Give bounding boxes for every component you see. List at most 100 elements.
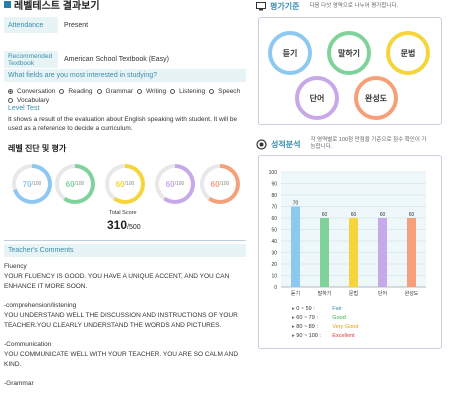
option-label: Vocabulary [17, 97, 50, 104]
option-writing[interactable]: Writing [136, 88, 166, 95]
option-grammar[interactable]: Grammar [96, 88, 133, 95]
comment-text: YOU UNDERSTAND WELL THE DISCUSSION AND I… [4, 312, 238, 329]
total-score-den: /500 [127, 224, 141, 231]
radio-icon[interactable] [209, 89, 215, 94]
legend-item: ▸ 0 ~ 59 : Fair [292, 305, 358, 314]
option-label: Grammar [105, 88, 133, 95]
radio-icon[interactable] [59, 89, 65, 94]
y-tick-label: 30 [271, 251, 277, 257]
bar [291, 206, 300, 287]
score-den: /100 [74, 181, 85, 187]
option-speech[interactable]: Speech [209, 88, 240, 95]
legend-item: ▸ 60 ~ 79 : Good [292, 314, 358, 323]
analysis-header: 성적분석 각 영역별로 100점 만점을 기준으로 점수 확인이 가능합니다. [256, 137, 430, 151]
comment-item: -comprehension/listening YOU UNDERSTAND W… [4, 301, 248, 331]
score-ring-inner: 60/100 [204, 168, 236, 200]
score-ring: 70/100 [12, 164, 52, 204]
legend-range: 0 ~ 59 : [296, 306, 315, 312]
legend-label: Good [332, 315, 346, 321]
radio-icon[interactable] [170, 89, 176, 94]
data-label: 70 [293, 201, 299, 207]
radio-icon[interactable] [136, 89, 142, 94]
analysis-note: 각 영역별로 100점 만점을 기준으로 점수 확인이 가능합니다. [310, 137, 427, 150]
score-ring-inner: 60/100 [59, 168, 91, 200]
x-tick-label: 말하기 [318, 290, 332, 297]
criteria-circle: 듣기 [268, 31, 312, 75]
criteria-note: 다음 다섯 영역으로 나누어 평가합니다. [309, 3, 399, 9]
x-tick-label: 완성도 [405, 290, 419, 297]
comment-item: Fluency YOUR FLUENCY IS GOOD. YOU HAVE A … [4, 262, 248, 292]
legend-range: 60 ~ 79 : [296, 315, 318, 321]
bar [407, 218, 416, 287]
score-ring-inner: 60/100 [159, 168, 191, 200]
target-icon [256, 138, 267, 150]
data-label: 60 [380, 212, 386, 218]
y-tick-label: 90 [271, 182, 277, 188]
y-tick-label: 20 [271, 262, 277, 268]
y-tick-label: 100 [269, 170, 278, 176]
comment-heading: -Communication [4, 341, 52, 348]
score-ring: 60/100 [155, 164, 195, 204]
attendance-row: Attendance Present [4, 17, 246, 33]
score-value: 60 [65, 179, 75, 189]
level-test-desc: It shows a result of the evaluation abou… [8, 116, 238, 132]
grade-legend: ▸ 0 ~ 59 : Fair ▸ 60 ~ 79 : Good ▸ 80 ~ 89 :… [292, 305, 358, 341]
comment-heading: Fluency [4, 263, 27, 270]
bar [378, 218, 387, 287]
option-label: Speech [218, 88, 241, 95]
radio-icon[interactable] [8, 98, 13, 103]
score-ring-inner: 70/100 [16, 168, 48, 200]
comment-heading: -Grammar [4, 380, 34, 387]
interest-question: What fields are you most interested in s… [4, 69, 246, 82]
criteria-circle: 완성도 [354, 76, 398, 120]
score-den: /100 [219, 181, 230, 187]
textbook-row: Recommended Textbook American School Tex… [4, 51, 246, 68]
attendance-value: Present [64, 21, 89, 29]
radio-icon[interactable] [96, 89, 102, 94]
option-listening[interactable]: Listening [170, 88, 205, 95]
y-tick-label: 10 [271, 274, 277, 280]
bar [320, 218, 329, 287]
option-conversation[interactable]: Conversation [8, 88, 55, 95]
data-label: 60 [322, 212, 328, 218]
data-label: 60 [409, 212, 415, 218]
score-ring: 60/100 [55, 164, 95, 204]
option-vocabulary[interactable]: Vocabulary [8, 97, 49, 104]
score-bar-chart: 0 10 20 30 40 50 60 70 80 90 100 70 듣기 60 말하기 60 문법 60 단어 6… [269, 170, 426, 297]
analysis-panel: 평가기준 다음 다섯 영역으로 나누어 평가합니다. 듣기 말하기 문법 단어 완성도 … [256, 0, 442, 417]
y-tick-label: 70 [271, 205, 277, 211]
textbook-value: American School Textbook (Easy) [64, 56, 169, 63]
level-diag-title: 레벨 진단 및 평가 [8, 144, 67, 153]
criteria-circle: 단어 [295, 76, 339, 120]
bar [349, 218, 358, 287]
legend-range: 90 ~ 100 : [296, 333, 321, 339]
page-title: 레벨테스트 결과보기 [4, 0, 100, 12]
legend-label: Excellent [332, 333, 355, 339]
level-test-label: Level Test [8, 105, 40, 112]
legend-range: 80 ~ 89 : [296, 324, 318, 330]
legend-label: Fair [332, 306, 342, 312]
x-tick-label: 단어 [378, 290, 387, 297]
legend-item: ▸ 90 ~ 100 : Excellent [292, 332, 358, 341]
score-ring: 60/100 [200, 164, 240, 204]
score-value: 70 [22, 179, 32, 189]
y-tick-label: 0 [274, 285, 277, 291]
option-label: Listening [179, 88, 206, 95]
comments-list: Fluency YOUR FLUENCY IS GOOD. YOU HAVE A … [4, 262, 248, 398]
y-tick-label: 60 [271, 216, 277, 222]
result-panel: 레벨테스트 결과보기 Attendance Present Recommende… [4, 0, 246, 417]
analysis-title: 성적분석 [271, 139, 301, 149]
total-score: 310/500 [107, 218, 141, 232]
option-reading[interactable]: Reading [59, 88, 93, 95]
score-den: /100 [174, 181, 185, 187]
comment-item: -Communication YOU COMMUNICATE WELL WITH … [4, 340, 248, 370]
legend-label: Very Good [332, 324, 359, 330]
y-tick-label: 80 [271, 193, 277, 199]
radio-icon[interactable] [8, 89, 13, 94]
option-label: Conversation [17, 88, 56, 95]
comment-text: YOU COMMUNICATE WELL WITH YOUR TEACHER. … [4, 351, 239, 368]
divider [4, 240, 246, 241]
score-den: /100 [31, 181, 42, 187]
monitor-icon [256, 2, 266, 11]
comment-heading: -comprehension/listening [4, 302, 77, 309]
